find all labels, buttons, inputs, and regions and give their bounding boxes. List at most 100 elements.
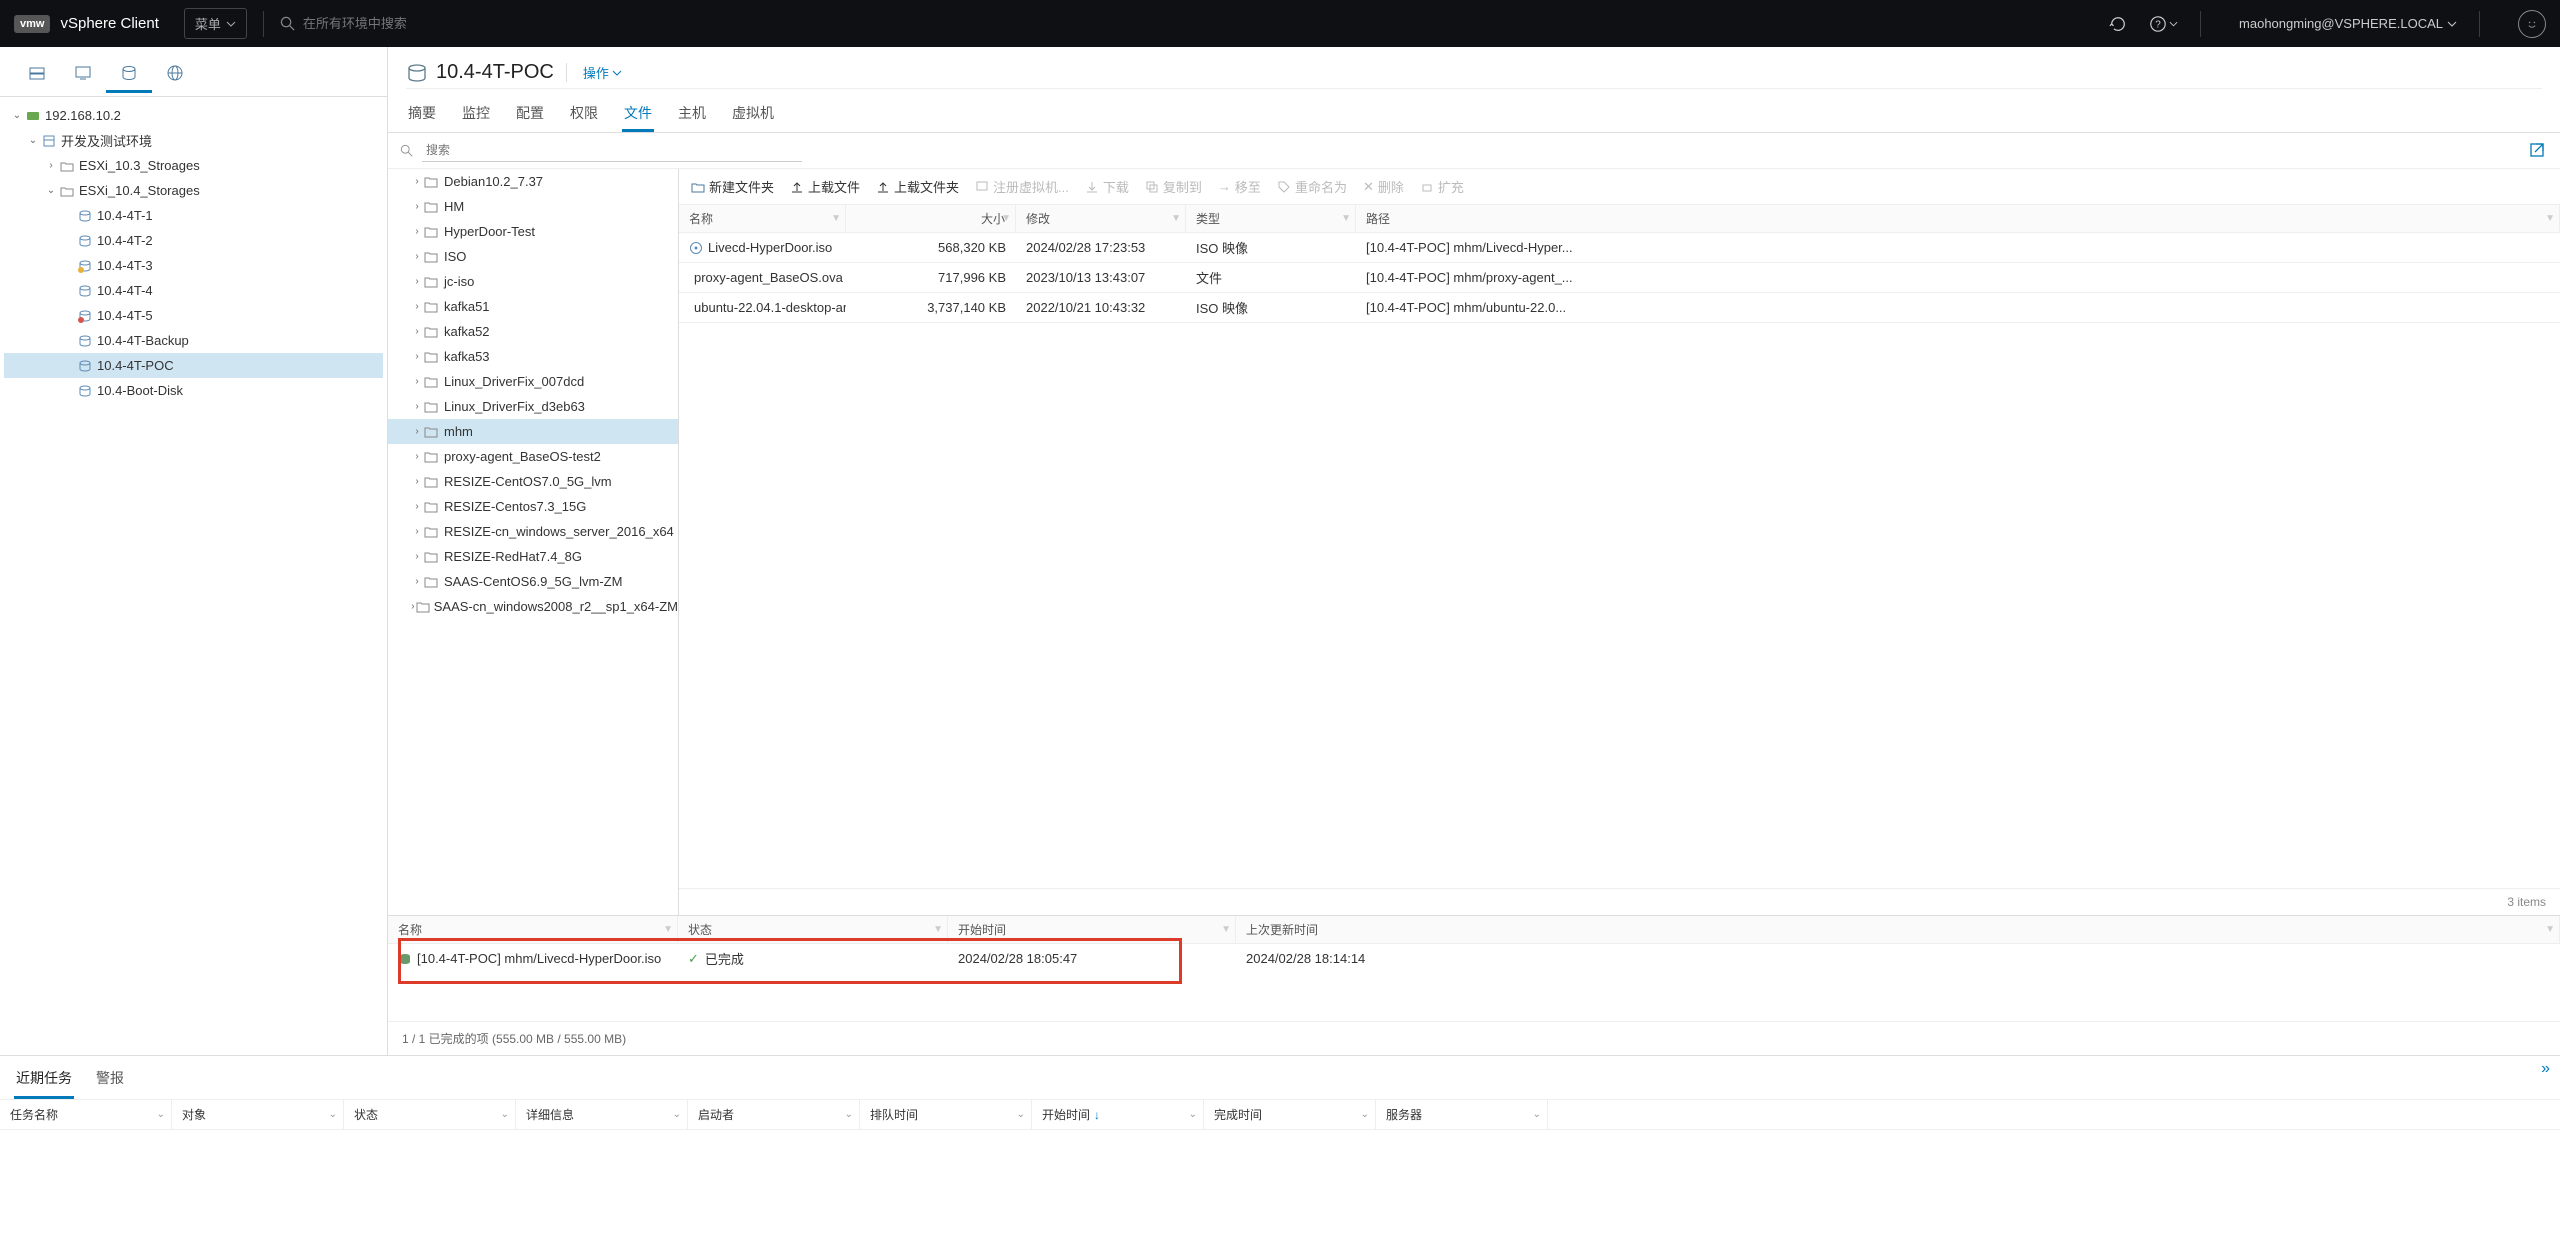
tree-item[interactable]: 10.4-4T-5 — [4, 303, 383, 328]
object-tab[interactable]: 文件 — [622, 97, 654, 132]
chevron-down-icon: ⌄ — [845, 1109, 853, 1120]
folder-item[interactable]: ›kafka52 — [388, 319, 678, 344]
task-column-header[interactable]: 完成时间⌄ — [1204, 1100, 1376, 1129]
tree-item[interactable]: ›ESXi_10.3_Stroages — [4, 153, 383, 178]
object-tabs: 摘要监控配置权限文件主机虚拟机 — [388, 89, 2560, 133]
move-button: →移至 — [1218, 177, 1261, 196]
chevron-down-icon: ⌄ — [501, 1109, 509, 1120]
folder-item[interactable]: ›SAAS-cn_windows2008_r2__sp1_x64-ZM — [388, 594, 678, 619]
collapse-panel-icon[interactable]: » — [2541, 1060, 2550, 1078]
folder-icon — [424, 200, 440, 214]
upload-file-button[interactable]: 上载文件 — [790, 177, 860, 196]
files-tab-content: ›Debian10.2_7.37›HM›HyperDoor-Test›ISO›j… — [388, 133, 2560, 1055]
network-view-tab[interactable] — [152, 55, 198, 93]
col-modified[interactable]: 修改▼ — [1016, 205, 1186, 232]
tree-item[interactable]: 10.4-Boot-Disk — [4, 378, 383, 403]
ds-icon — [76, 284, 94, 298]
task-column-header[interactable]: 启动者⌄ — [688, 1100, 860, 1129]
folder-item[interactable]: ›kafka51 — [388, 294, 678, 319]
object-tab[interactable]: 监控 — [460, 97, 492, 132]
upload-folder-button[interactable]: 上载文件夹 — [876, 177, 959, 196]
col-name[interactable]: 名称▼ — [679, 205, 846, 232]
copy-button: 复制到 — [1145, 177, 1202, 196]
tree-item[interactable]: 10.4-4T-POC — [4, 353, 383, 378]
task-column-header[interactable]: 状态⌄ — [344, 1100, 516, 1129]
storage-view-tab[interactable] — [106, 55, 152, 93]
file-row[interactable]: proxy-agent_BaseOS.ova717,996 KB2023/10/… — [679, 263, 2560, 293]
folder-item[interactable]: ›Debian10.2_7.37 — [388, 169, 678, 194]
folder-icon — [424, 575, 440, 589]
folder-item[interactable]: ›HM — [388, 194, 678, 219]
folder-icon — [424, 225, 440, 239]
object-tab[interactable]: 虚拟机 — [730, 97, 776, 132]
col-path[interactable]: 路径▼ — [1356, 205, 2560, 232]
tree-item[interactable]: ⌄开发及测试环境 — [4, 128, 383, 153]
datastore-icon — [398, 952, 412, 966]
tag-icon — [1277, 180, 1291, 194]
checkmark-icon: ✓ — [688, 951, 699, 967]
object-tab[interactable]: 主机 — [676, 97, 708, 132]
folder-icon — [424, 475, 440, 489]
col-type[interactable]: 类型▼ — [1186, 205, 1356, 232]
hosts-view-tab[interactable] — [14, 55, 60, 93]
user-menu[interactable]: maohongming@VSPHERE.LOCAL — [2239, 16, 2457, 31]
help-dropdown[interactable]: ? — [2149, 15, 2178, 33]
task-column-header[interactable]: 对象⌄ — [172, 1100, 344, 1129]
folder-item[interactable]: ›RESIZE-Centos7.3_15G — [388, 494, 678, 519]
tree-item-label: ESXi_10.4_Storages — [79, 183, 200, 198]
folder-item[interactable]: ›mhm — [388, 419, 678, 444]
vms-view-tab[interactable] — [60, 55, 106, 93]
file-search-input[interactable] — [422, 139, 802, 162]
tree-toggle-icon: › — [410, 426, 424, 437]
folder-item[interactable]: ›RESIZE-RedHat7.4_8G — [388, 544, 678, 569]
transfer-row[interactable]: [10.4-4T-POC] mhm/Livecd-HyperDoor.iso ✓… — [388, 944, 2560, 973]
tree-item[interactable]: 10.4-4T-Backup — [4, 328, 383, 353]
object-title: 10.4-4T-POC — [406, 61, 554, 84]
folder-item[interactable]: ›jc-iso — [388, 269, 678, 294]
tab-recent-tasks[interactable]: 近期任务 — [14, 1064, 74, 1099]
folder-item[interactable]: ›Linux_DriverFix_007dcd — [388, 369, 678, 394]
task-column-header[interactable]: 详细信息⌄ — [516, 1100, 688, 1129]
menu-dropdown[interactable]: 菜单 — [184, 8, 247, 39]
task-column-header[interactable]: 服务器⌄ — [1376, 1100, 1548, 1129]
transfer-header: 名称▼ 状态▼ 开始时间▼ 上次更新时间▼ — [388, 916, 2560, 944]
object-tab[interactable]: 摘要 — [406, 97, 438, 132]
tree-item[interactable]: 10.4-4T-3 — [4, 253, 383, 278]
tab-alarms[interactable]: 警报 — [94, 1064, 126, 1099]
folder-item[interactable]: ›RESIZE-cn_windows_server_2016_x64 — [388, 519, 678, 544]
refresh-icon[interactable] — [2109, 15, 2127, 33]
folder-item[interactable]: ›ISO — [388, 244, 678, 269]
chevron-down-icon — [226, 21, 236, 27]
new-window-icon[interactable] — [2528, 141, 2548, 161]
folder-item[interactable]: ›RESIZE-CentOS7.0_5G_lvm — [388, 469, 678, 494]
folder-icon — [424, 275, 440, 289]
folder-icon — [424, 525, 440, 539]
tree-item[interactable]: 10.4-4T-2 — [4, 228, 383, 253]
folder-item[interactable]: ›SAAS-CentOS6.9_5G_lvm-ZM — [388, 569, 678, 594]
new-folder-button[interactable]: 新建文件夹 — [691, 177, 774, 196]
file-row[interactable]: ubuntu-22.04.1-desktop-amd...3,737,140 K… — [679, 293, 2560, 323]
smiley-feedback-icon[interactable] — [2518, 10, 2546, 38]
folder-item[interactable]: ›kafka53 — [388, 344, 678, 369]
folder-item[interactable]: ›Linux_DriverFix_d3eb63 — [388, 394, 678, 419]
rename-button: 重命名为 — [1277, 177, 1347, 196]
global-search-input[interactable] — [303, 16, 503, 31]
actions-dropdown[interactable]: 操作 — [566, 63, 622, 82]
folder-item[interactable]: ›proxy-agent_BaseOS-test2 — [388, 444, 678, 469]
task-column-header[interactable]: 排队时间⌄ — [860, 1100, 1032, 1129]
tree-item-label: 10.4-4T-Backup — [97, 333, 189, 348]
folder-tree: ›Debian10.2_7.37›HM›HyperDoor-Test›ISO›j… — [388, 169, 679, 915]
object-tab[interactable]: 配置 — [514, 97, 546, 132]
tree-item[interactable]: ⌄ ESXi_10.4_Storages — [4, 178, 383, 203]
task-column-header[interactable]: 开始时间↓⌄ — [1032, 1100, 1204, 1129]
file-row[interactable]: Livecd-HyperDoor.iso568,320 KB2024/02/28… — [679, 233, 2560, 263]
object-tab[interactable]: 权限 — [568, 97, 600, 132]
col-size[interactable]: 大小▼ — [846, 205, 1016, 232]
tree-item[interactable]: 10.4-4T-1 — [4, 203, 383, 228]
tree-toggle-icon: › — [410, 376, 424, 387]
folder-item[interactable]: ›HyperDoor-Test — [388, 219, 678, 244]
tree-item[interactable]: ⌄192.168.10.2 — [4, 103, 383, 128]
tree-item[interactable]: 10.4-4T-4 — [4, 278, 383, 303]
task-column-header[interactable]: 任务名称⌄ — [0, 1100, 172, 1129]
tree-toggle-icon: ⌄ — [44, 185, 58, 196]
